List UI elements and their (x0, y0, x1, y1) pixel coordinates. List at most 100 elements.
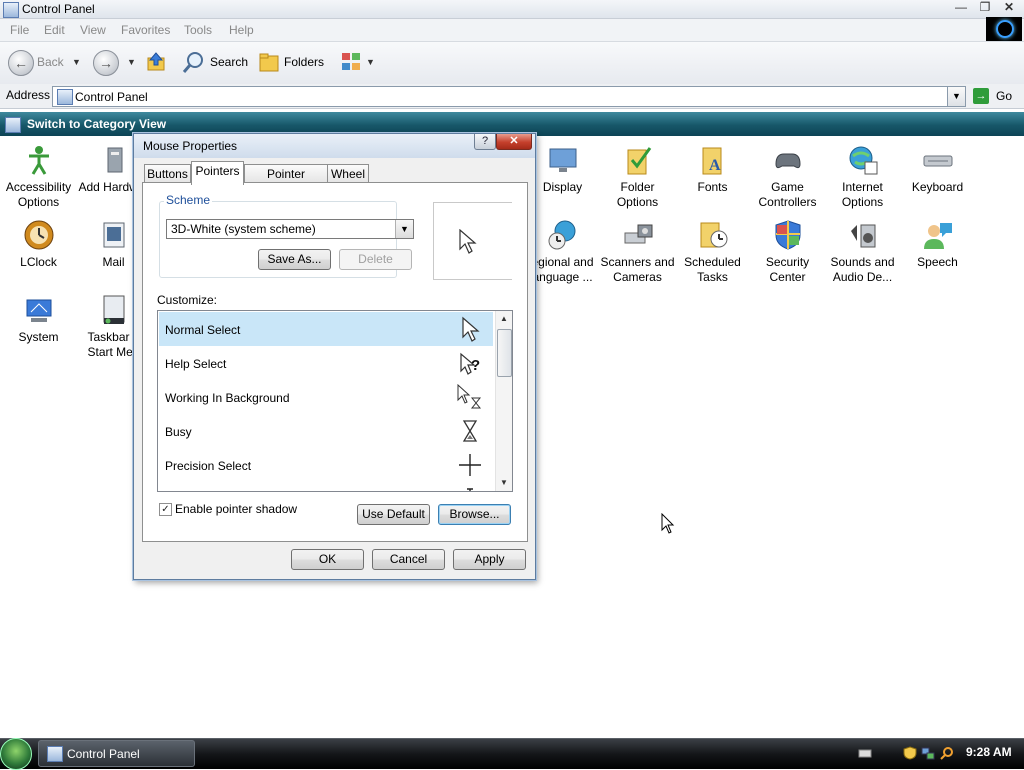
tab-pointer-options[interactable]: Pointer Options (244, 164, 328, 200)
pointer-name: Normal Select (165, 323, 241, 337)
cp-item-system[interactable]: System (1, 293, 76, 345)
pointer-preview (433, 202, 512, 280)
tab-buttons[interactable]: Buttons (144, 164, 191, 184)
shield-icon (771, 218, 805, 252)
menu-view[interactable]: View (80, 23, 106, 37)
start-button[interactable] (0, 738, 32, 770)
switch-category-view-label: Switch to Category View (27, 117, 167, 131)
cp-item-speech[interactable]: Speech (900, 218, 975, 270)
cp-item-internet-options[interactable]: Internet Options (825, 143, 900, 210)
views-dropdown-icon[interactable]: ▼ (366, 57, 375, 67)
search-tray-icon[interactable] (940, 746, 954, 760)
search-icon[interactable] (182, 50, 206, 74)
address-field[interactable]: Control Panel (52, 86, 948, 107)
back-arrow-icon[interactable]: ← (8, 50, 34, 76)
apply-button[interactable]: Apply (453, 549, 526, 570)
forward-dropdown-icon[interactable]: ▼ (127, 57, 136, 67)
menu-help[interactable]: Help (229, 23, 254, 37)
delete-button[interactable]: Delete (339, 249, 412, 270)
pointer-shadow-label[interactable]: Enable pointer shadow (175, 502, 297, 516)
cp-item-label: egional and anguage ... (531, 255, 594, 284)
minimize-button[interactable]: — (950, 0, 972, 14)
cp-item-label: Game Controllers (758, 180, 817, 209)
go-button[interactable]: → Go (970, 86, 1024, 106)
speaker-icon (846, 218, 880, 252)
internet-options-icon (846, 143, 880, 177)
maximize-button[interactable]: ❐ (974, 0, 996, 14)
cp-item-game-controllers[interactable]: Game Controllers (750, 143, 825, 210)
tab-wheel[interactable]: Wheel (327, 164, 369, 184)
browse-button[interactable]: Browse... (438, 504, 511, 525)
pointer-name: Busy (165, 425, 192, 439)
list-item[interactable]: Precision Select (159, 448, 493, 482)
system-icon (22, 293, 56, 327)
cp-item-label: Keyboard (911, 180, 964, 194)
cp-item-label: Display (542, 180, 583, 194)
pointer-list[interactable]: Normal Select Help Select ? Working In B… (157, 310, 513, 492)
window-titlebar: Control Panel — ❐ ✕ (0, 0, 1024, 19)
customize-label: Customize: (157, 293, 218, 307)
list-item[interactable]: Working In Background (159, 380, 493, 414)
menu-tools[interactable]: Tools (184, 23, 212, 37)
search-button-label[interactable]: Search (210, 55, 248, 69)
security-shield-icon[interactable] (903, 746, 917, 760)
scheme-label: Scheme (164, 193, 213, 207)
taskbar-clock[interactable]: 9:28 AM (966, 745, 1012, 759)
cp-item-fonts[interactable]: A Fonts (675, 143, 750, 195)
scrollbar-thumb[interactable] (497, 329, 512, 377)
cp-item-regional[interactable]: egional and anguage ... (525, 218, 600, 285)
taskbar-item-control-panel[interactable]: Control Panel (38, 740, 195, 767)
cp-item-scheduled-tasks[interactable]: Scheduled Tasks (675, 218, 750, 285)
save-as-button[interactable]: Save As... (258, 249, 331, 270)
back-button-label[interactable]: Back (37, 55, 64, 69)
network-icon[interactable] (921, 746, 935, 760)
forward-arrow-icon[interactable]: → (93, 50, 119, 76)
close-window-button[interactable]: ✕ (998, 0, 1020, 14)
menu-file[interactable]: File (10, 23, 29, 37)
keyboard-tray-icon[interactable] (858, 746, 872, 760)
cancel-button[interactable]: Cancel (372, 549, 445, 570)
views-icon[interactable] (340, 51, 362, 73)
pointer-shadow-checkbox[interactable]: ✓ (159, 503, 172, 516)
scroll-down-icon[interactable]: ▼ (496, 475, 512, 491)
address-dropdown-button[interactable]: ▼ (947, 86, 966, 107)
ok-button[interactable]: OK (291, 549, 364, 570)
pointer-name: Help Select (165, 357, 227, 371)
help-button[interactable]: ? (474, 134, 496, 150)
dialog-title: Mouse Properties (143, 139, 238, 153)
cp-item-folder-options[interactable]: Folder Options (600, 143, 675, 210)
chevron-down-icon[interactable]: ▼ (395, 220, 413, 238)
pointer-list-scrollbar[interactable]: ▲ ▼ (495, 311, 512, 491)
mouse-properties-dialog: Mouse Properties ? ✕ Buttons Pointers Po… (133, 133, 536, 580)
cp-item-label: Speech (917, 255, 958, 269)
svg-text:A: A (709, 157, 721, 174)
menu-favorites[interactable]: Favorites (121, 23, 170, 37)
scroll-up-icon[interactable]: ▲ (496, 311, 512, 327)
list-item[interactable]: Busy (159, 414, 493, 448)
keyboard-icon (921, 143, 955, 177)
cp-item-accessibility[interactable]: Accessibility Options (1, 143, 76, 210)
cp-item-sounds[interactable]: Sounds and Audio De... (825, 218, 900, 285)
regional-icon (546, 218, 580, 252)
list-item[interactable]: Help Select ? (159, 346, 493, 380)
folders-button-label[interactable]: Folders (284, 55, 324, 69)
close-dialog-button[interactable]: ✕ (496, 134, 532, 150)
cp-item-label: Security Center (765, 255, 810, 284)
cp-item-display[interactable]: Display (525, 143, 600, 195)
pointers-tab-panel: Scheme 3D-White (system scheme) ▼ Save A… (142, 182, 528, 542)
cp-item-lclock[interactable]: LClock (1, 218, 76, 270)
use-default-button[interactable]: Use Default (357, 504, 430, 525)
list-item[interactable] (159, 482, 493, 491)
tab-pointers[interactable]: Pointers (191, 161, 244, 185)
dialog-titlebar[interactable]: Mouse Properties ? ✕ (134, 134, 535, 158)
back-dropdown-icon[interactable]: ▼ (72, 57, 81, 67)
up-folder-icon[interactable] (144, 50, 168, 74)
pointer-name: Working In Background (165, 391, 290, 405)
menu-edit[interactable]: Edit (44, 23, 65, 37)
scheme-select[interactable]: 3D-White (system scheme) ▼ (166, 219, 414, 239)
cp-item-keyboard[interactable]: Keyboard (900, 143, 975, 195)
cp-item-security-center[interactable]: Security Center (750, 218, 825, 285)
list-item[interactable]: Normal Select (159, 312, 493, 346)
folders-icon[interactable] (258, 50, 282, 74)
cp-item-scanners[interactable]: Scanners and Cameras (600, 218, 675, 285)
